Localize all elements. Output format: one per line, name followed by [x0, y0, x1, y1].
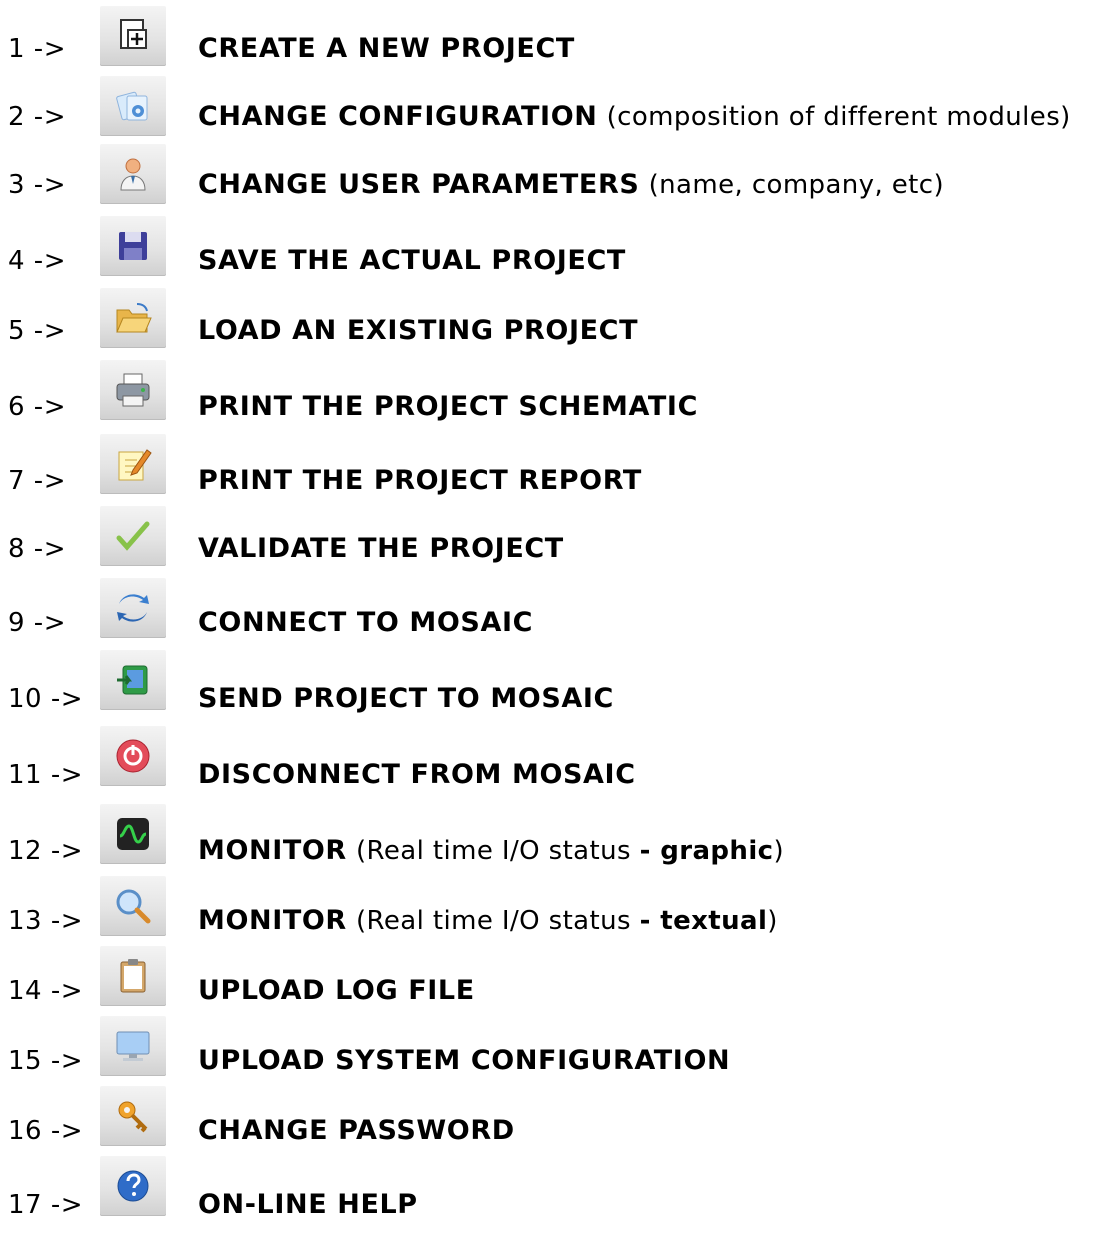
key-arrows-icon[interactable] — [100, 1086, 166, 1146]
note-close: ) — [773, 836, 785, 866]
power-off-icon[interactable] — [100, 726, 166, 786]
list-item: 15 -> UPLOAD SYSTEM CONFIGURATION — [0, 1016, 1098, 1092]
magnifier-icon[interactable] — [100, 876, 166, 936]
item-number: 9 -> — [8, 608, 66, 638]
list-item: 16 -> CHANGE PASSWORD — [0, 1086, 1098, 1162]
new-project-icon[interactable] — [100, 6, 166, 66]
send-project-icon[interactable] — [100, 650, 166, 710]
item-label: MONITOR (Real time I/O status - textual) — [198, 905, 778, 936]
list-item: 17 -> ON-LINE HELP — [0, 1156, 1098, 1236]
user-icon[interactable] — [100, 144, 166, 204]
item-label: CHANGE PASSWORD — [198, 1115, 515, 1146]
list-item: 9 -> CONNECT TO MOSAIC — [0, 578, 1098, 654]
item-number: 11 -> — [8, 760, 84, 790]
note-close: ) — [767, 906, 778, 936]
item-label: CHANGE USER PARAMETERS (name, company, e… — [198, 169, 944, 200]
item-label: VALIDATE THE PROJECT — [198, 533, 564, 564]
item-number: 14 -> — [8, 976, 84, 1006]
item-label: UPLOAD SYSTEM CONFIGURATION — [198, 1045, 731, 1076]
clipboard-icon[interactable] — [100, 946, 166, 1006]
open-folder-icon[interactable] — [100, 288, 166, 348]
list-item: 1 -> CREATE A NEW PROJECT — [0, 6, 1098, 80]
list-item: 4 -> SAVE THE ACTUAL PROJECT — [0, 216, 1098, 292]
oscilloscope-icon[interactable] — [100, 804, 166, 864]
item-number: 16 -> — [8, 1116, 84, 1146]
item-number: 5 -> — [8, 316, 66, 346]
item-title: MONITOR — [198, 835, 347, 866]
item-title: CHANGE USER PARAMETERS — [198, 169, 640, 200]
list-item: 13 -> MONITOR (Real time I/O status - te… — [0, 876, 1098, 952]
item-note: (composition of different modules) — [606, 102, 1071, 132]
note-text: (Real time I/O status — [356, 836, 640, 866]
monitor-icon[interactable] — [100, 1016, 166, 1076]
report-pencil-icon[interactable] — [100, 434, 166, 494]
item-number: 17 -> — [8, 1190, 84, 1220]
printer-icon[interactable] — [100, 360, 166, 420]
item-label: ON-LINE HELP — [198, 1189, 418, 1220]
item-number: 3 -> — [8, 170, 66, 200]
list-item: 8 -> VALIDATE THE PROJECT — [0, 506, 1098, 580]
item-title: CHANGE CONFIGURATION — [198, 101, 598, 132]
list-item: 11 -> DISCONNECT FROM MOSAIC — [0, 726, 1098, 806]
item-label: PRINT THE PROJECT SCHEMATIC — [198, 391, 698, 422]
item-label: DISCONNECT FROM MOSAIC — [198, 759, 636, 790]
item-title: MONITOR — [198, 905, 347, 936]
item-note: (Real time I/O status - graphic) — [356, 836, 784, 866]
item-number: 15 -> — [8, 1046, 84, 1076]
list-item: 14 -> UPLOAD LOG FILE — [0, 946, 1098, 1022]
item-note: (Real time I/O status - textual) — [356, 906, 778, 936]
item-number: 10 -> — [8, 684, 84, 714]
item-label: CHANGE CONFIGURATION (composition of dif… — [198, 101, 1071, 132]
note-text: (Real time I/O status — [356, 906, 640, 936]
item-number: 4 -> — [8, 246, 66, 276]
help-icon[interactable] — [100, 1156, 166, 1216]
item-label: MONITOR (Real time I/O status - graphic) — [198, 835, 784, 866]
item-number: 8 -> — [8, 534, 66, 564]
item-number: 7 -> — [8, 466, 66, 496]
item-number: 12 -> — [8, 836, 84, 866]
item-number: 6 -> — [8, 392, 66, 422]
item-label: LOAD AN EXISTING PROJECT — [198, 315, 639, 346]
checkmark-icon[interactable] — [100, 506, 166, 566]
list-item: 7 -> PRINT THE PROJECT REPORT — [0, 434, 1098, 512]
item-label: CREATE A NEW PROJECT — [198, 33, 575, 64]
item-label: PRINT THE PROJECT REPORT — [198, 465, 642, 496]
save-icon[interactable] — [100, 216, 166, 276]
item-label: SEND PROJECT TO MOSAIC — [198, 683, 614, 714]
list-item: 10 -> SEND PROJECT TO MOSAIC — [0, 650, 1098, 730]
list-item: 2 -> CHANGE CONFIGURATION (composition o… — [0, 76, 1098, 148]
note-emphasis: - textual — [639, 906, 768, 936]
list-item: 5 -> LOAD AN EXISTING PROJECT — [0, 288, 1098, 362]
note-emphasis: - graphic — [639, 836, 774, 866]
list-item: 12 -> MONITOR (Real time I/O status - gr… — [0, 804, 1098, 882]
item-number: 2 -> — [8, 102, 66, 132]
item-number: 13 -> — [8, 906, 84, 936]
list-item: 3 -> CHANGE USER PARAMETERS (name, compa… — [0, 144, 1098, 216]
item-note: (name, company, etc) — [648, 170, 945, 200]
item-label: CONNECT TO MOSAIC — [198, 607, 534, 638]
item-label: UPLOAD LOG FILE — [198, 975, 475, 1006]
connect-arrows-icon[interactable] — [100, 578, 166, 638]
item-number: 1 -> — [8, 34, 66, 64]
list-item: 6 -> PRINT THE PROJECT SCHEMATIC — [0, 360, 1098, 438]
configuration-icon[interactable] — [100, 76, 166, 136]
item-label: SAVE THE ACTUAL PROJECT — [198, 245, 626, 276]
